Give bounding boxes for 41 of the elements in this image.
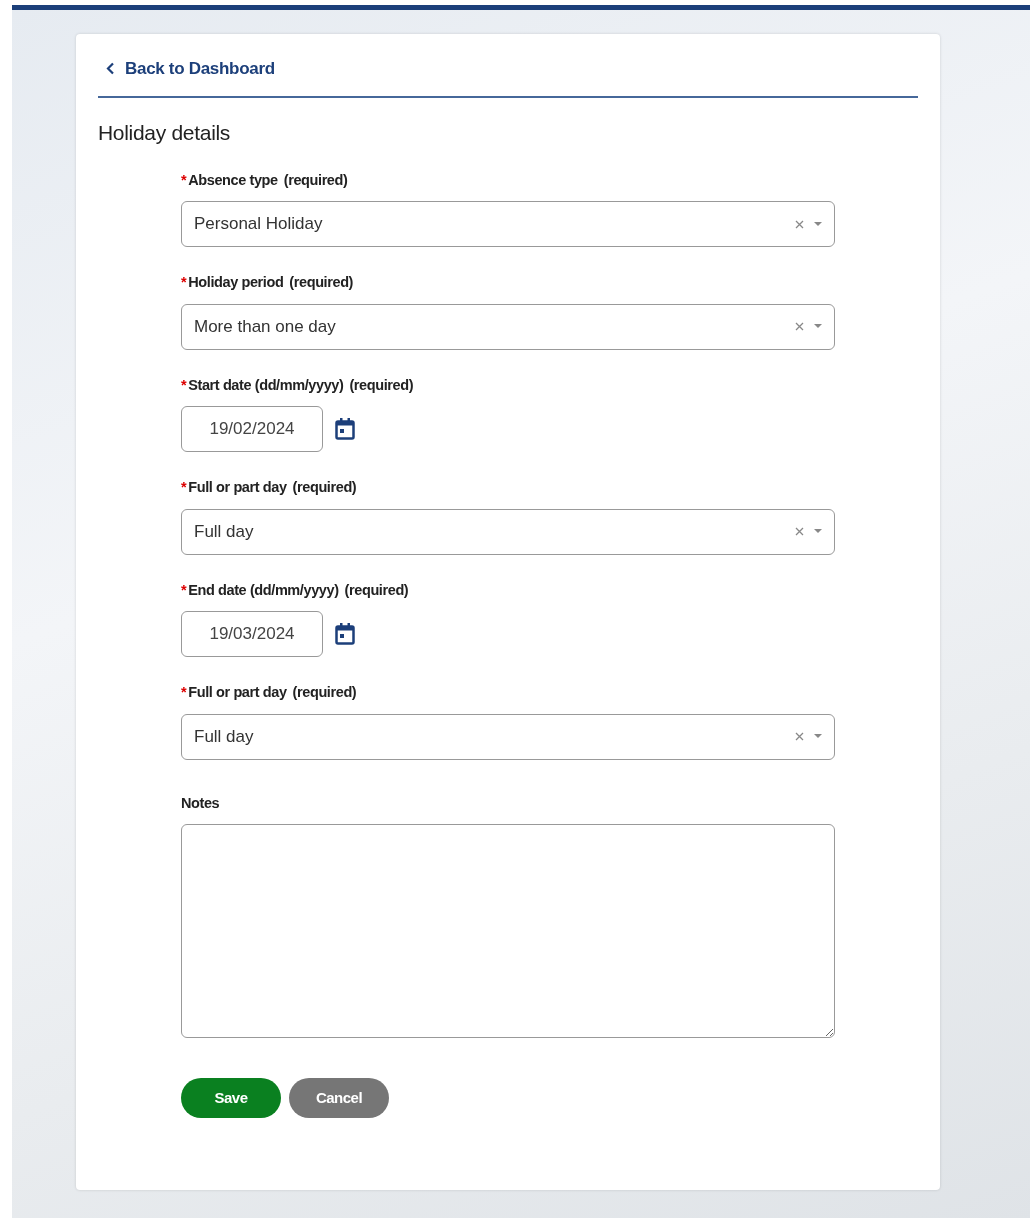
cancel-button[interactable]: Cancel bbox=[289, 1078, 389, 1119]
select-field[interactable]: Full day bbox=[181, 713, 835, 760]
required-hint: (required) bbox=[292, 480, 357, 495]
caret-down-icon[interactable] bbox=[814, 324, 822, 330]
required-hint: (required) bbox=[292, 685, 357, 700]
notes-field[interactable] bbox=[181, 824, 835, 1039]
clear-icon[interactable] bbox=[795, 219, 804, 229]
required-hint: (required) bbox=[349, 377, 414, 393]
clear-icon[interactable] bbox=[795, 732, 804, 742]
select-field[interactable]: Personal Holiday bbox=[181, 201, 835, 248]
calendar-icon[interactable] bbox=[335, 623, 355, 646]
clear-icon[interactable] bbox=[795, 322, 804, 332]
clear-icon[interactable] bbox=[795, 527, 804, 537]
required-asterisk: * bbox=[181, 480, 187, 495]
select-field[interactable]: Full day bbox=[181, 508, 835, 555]
field-label: Holiday period bbox=[188, 275, 284, 290]
field-label: Full or part day bbox=[188, 480, 287, 495]
caret-down-icon[interactable] bbox=[814, 734, 822, 740]
required-asterisk: * bbox=[181, 685, 187, 700]
calendar-icon[interactable] bbox=[335, 418, 355, 441]
required-hint: (required) bbox=[344, 582, 409, 598]
date-field[interactable]: 19/02/2024 bbox=[181, 406, 323, 453]
required-asterisk: * bbox=[181, 582, 187, 598]
select-field[interactable]: More than one day bbox=[181, 303, 835, 350]
field-label: Full or part day bbox=[188, 685, 287, 700]
required-asterisk: * bbox=[181, 172, 187, 188]
caret-down-icon[interactable] bbox=[814, 221, 822, 227]
required-asterisk: * bbox=[181, 275, 187, 290]
chevron-left-icon bbox=[106, 62, 115, 76]
date-field[interactable]: 19/03/2024 bbox=[181, 611, 323, 658]
section-title: Holiday details bbox=[98, 119, 232, 145]
required-hint: (required) bbox=[289, 275, 354, 290]
back-link[interactable]: Back to Dashboard bbox=[98, 52, 283, 86]
field-label: End date (dd/mm/yyyy) bbox=[188, 582, 339, 598]
save-button[interactable]: Save bbox=[181, 1078, 281, 1119]
field-label: Notes bbox=[181, 795, 220, 811]
field-label: Start date (dd/mm/yyyy) bbox=[188, 377, 344, 393]
required-asterisk: * bbox=[181, 377, 187, 393]
caret-down-icon[interactable] bbox=[814, 529, 822, 535]
required-hint: (required) bbox=[283, 172, 348, 188]
field-label: Absence type bbox=[188, 172, 278, 188]
